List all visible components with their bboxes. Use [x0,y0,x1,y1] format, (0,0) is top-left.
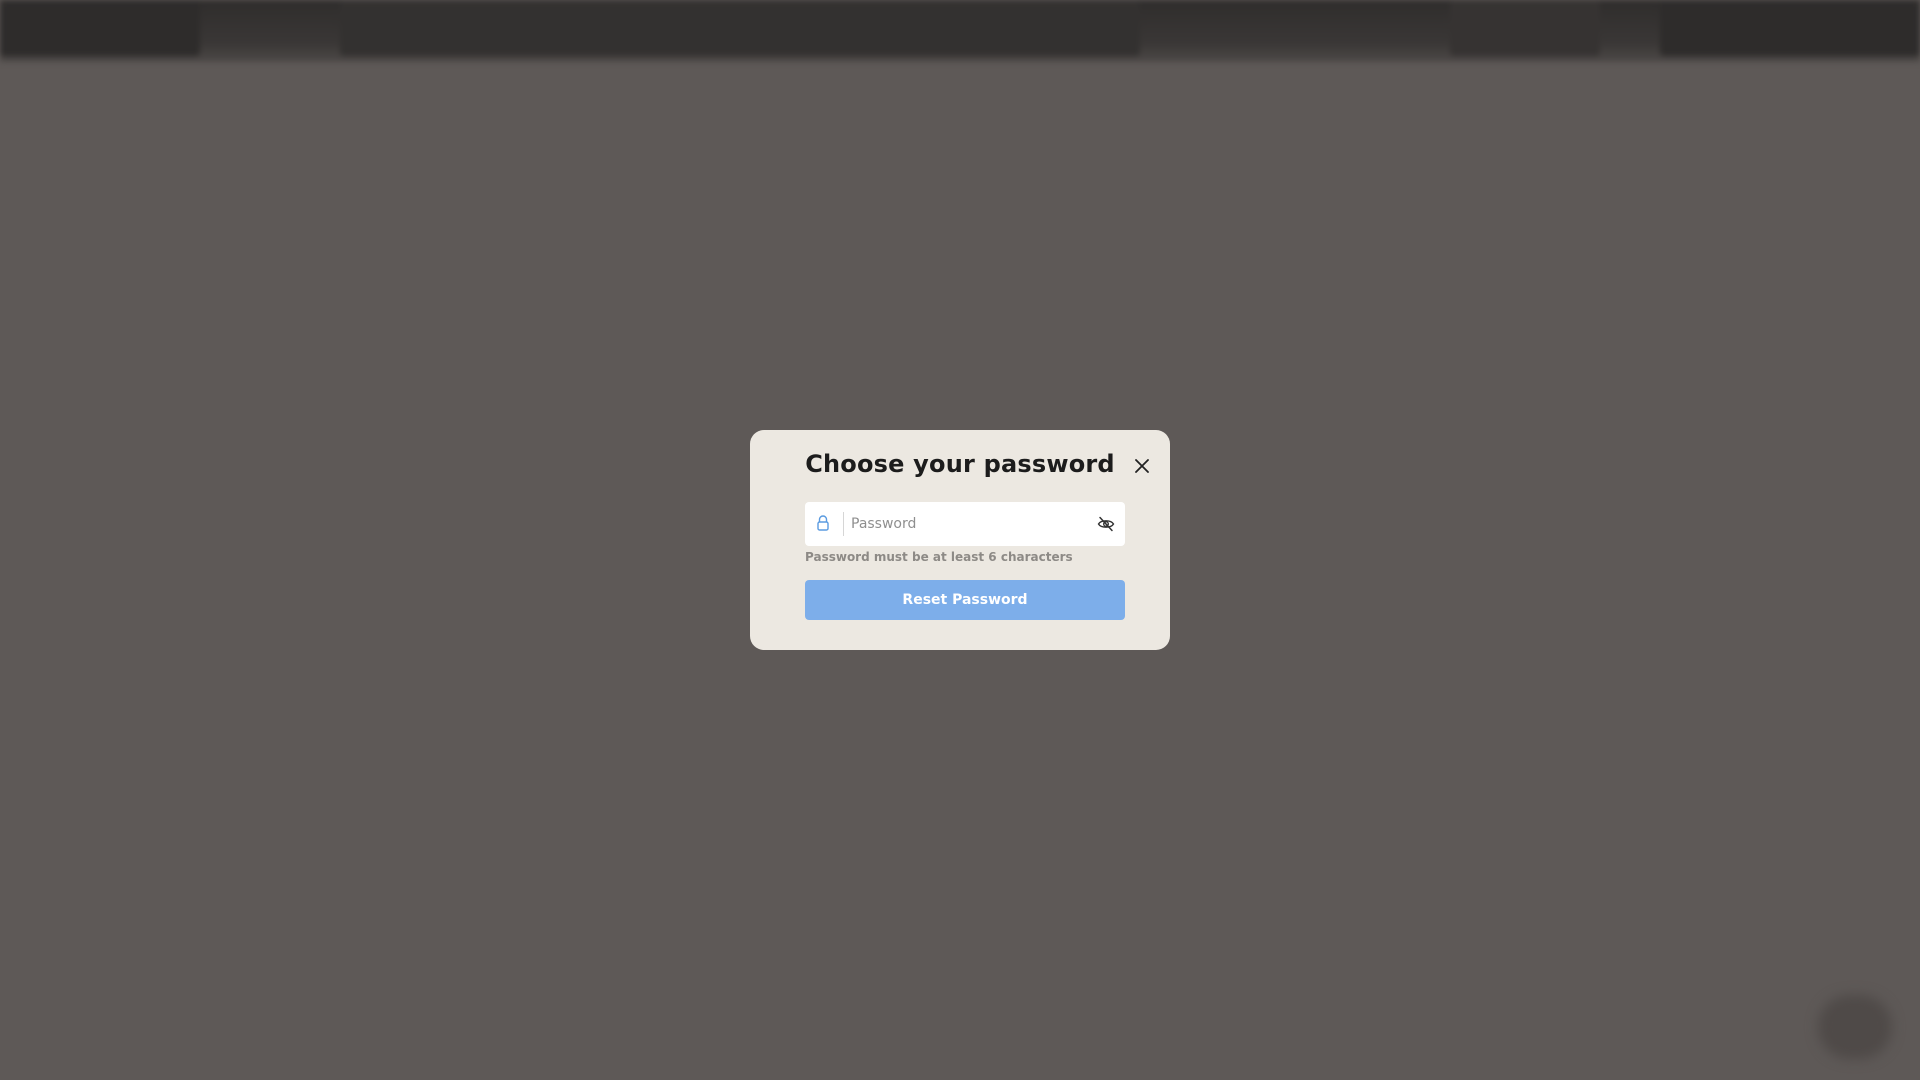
blurred-segment [0,0,200,56]
blurred-segment [340,0,1140,56]
reset-password-button[interactable]: Reset Password [805,580,1125,620]
password-field [805,502,1125,546]
password-hint: Password must be at least 6 characters [805,550,1073,564]
blurred-segment [1450,0,1600,56]
eye-off-icon[interactable] [1097,516,1115,532]
blurred-segment [1660,0,1920,56]
blurred-top-bar [0,0,1920,62]
field-divider [843,512,844,536]
blurred-floating-button [1818,995,1892,1059]
modal-title: Choose your password [805,450,1115,478]
close-icon [1135,459,1149,473]
password-modal: Choose your password Password must be at… [750,430,1170,650]
close-button[interactable] [1132,456,1152,476]
lock-icon [817,515,829,531]
password-input[interactable] [851,502,1081,546]
